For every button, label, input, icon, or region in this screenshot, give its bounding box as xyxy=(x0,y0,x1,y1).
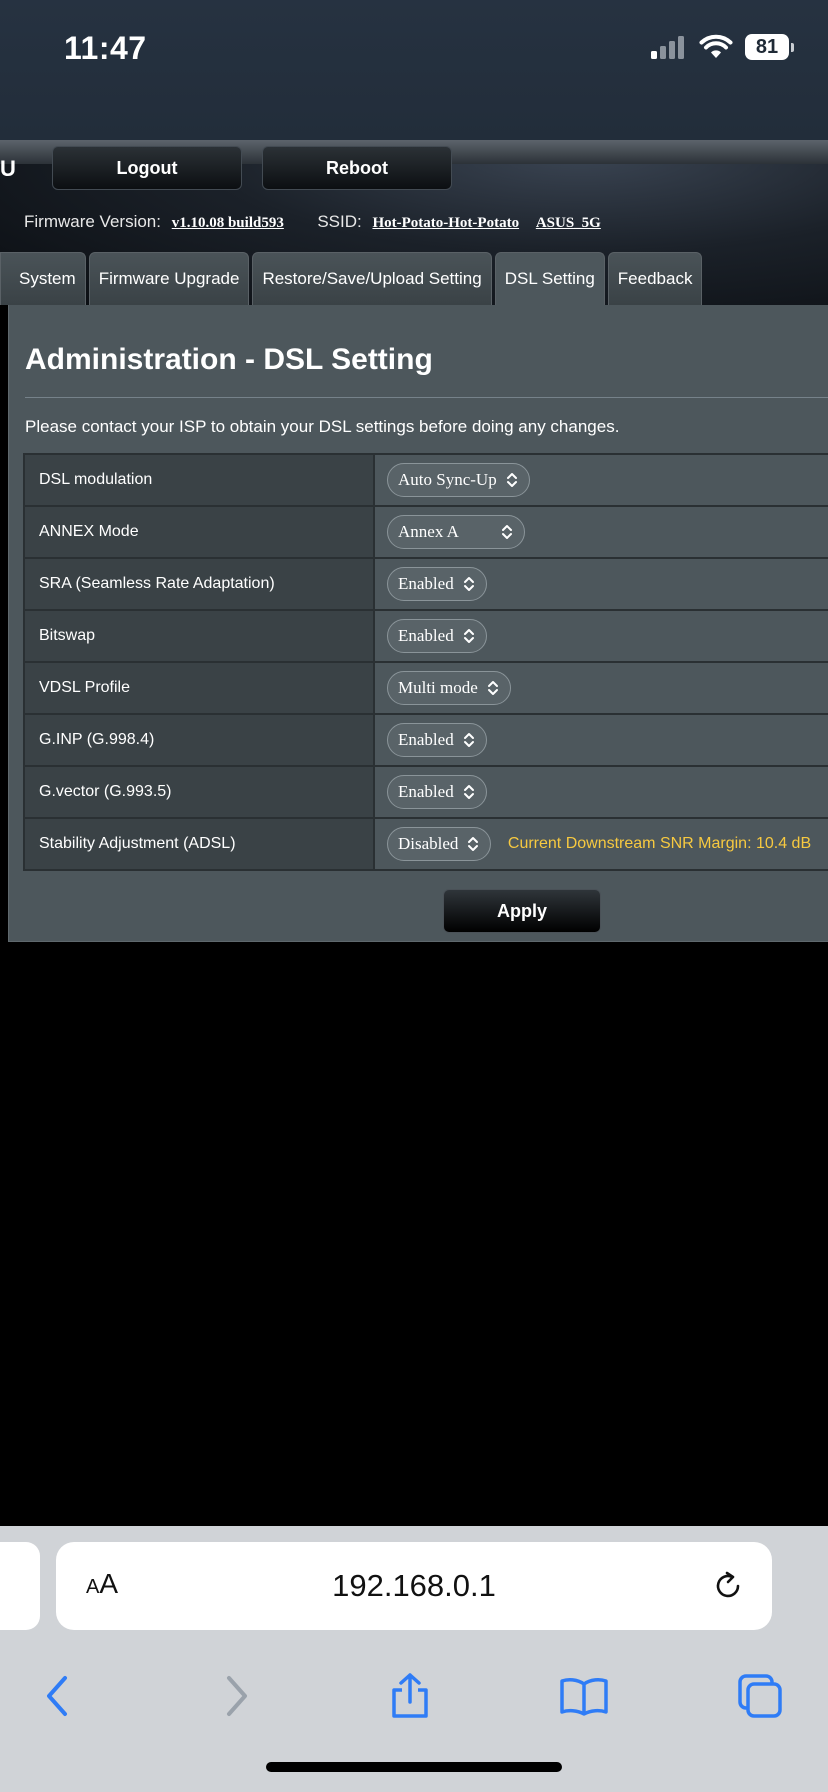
annex-mode-select[interactable]: Annex A xyxy=(387,515,525,549)
back-icon[interactable] xyxy=(28,1666,88,1726)
browser-chrome: AA 192.168.0.1 xyxy=(0,1526,828,1792)
select-value: Auto Sync-Up xyxy=(398,470,497,489)
chevron-updown-icon xyxy=(487,681,498,695)
tab-restore-save-upload[interactable]: Restore/Save/Upload Setting xyxy=(252,252,492,305)
chevron-updown-icon xyxy=(463,577,474,591)
setting-label: Bitswap xyxy=(23,609,375,663)
logout-button[interactable]: Logout xyxy=(52,146,242,190)
snr-margin-note: Current Downstream SNR Margin: 10.4 dB xyxy=(507,835,812,852)
reboot-button[interactable]: Reboot xyxy=(262,146,452,190)
setting-label: G.INP (G.998.4) xyxy=(23,713,375,767)
table-row: DSL modulation Auto Sync-Up xyxy=(23,453,828,507)
dsl-modulation-select[interactable]: Auto Sync-Up xyxy=(387,463,530,497)
table-row: Stability Adjustment (ADSL) Disabled Cur… xyxy=(23,817,828,871)
chevron-updown-icon xyxy=(502,525,512,539)
home-indicator xyxy=(266,1762,562,1772)
table-row: ANNEX Mode Annex A xyxy=(23,505,828,559)
share-icon[interactable] xyxy=(380,1666,440,1726)
status-icons: 81 xyxy=(649,34,794,60)
isp-notice: Please contact your ISP to obtain your D… xyxy=(25,417,620,436)
ssid-link-5g[interactable]: ASUS_5G xyxy=(536,215,601,231)
status-bar: 11:47 81 xyxy=(0,0,828,140)
ginp-select[interactable]: Enabled xyxy=(387,723,487,757)
chevron-updown-icon xyxy=(463,629,474,643)
tabs-icon[interactable] xyxy=(730,1666,790,1726)
tab-feedback[interactable]: Feedback xyxy=(607,252,703,305)
ssid-link-24g[interactable]: Hot-Potato-Hot-Potato xyxy=(372,215,519,231)
battery-icon: 81 xyxy=(745,34,794,60)
table-row: G.vector (G.993.5) Enabled xyxy=(23,765,828,819)
chevron-updown-icon xyxy=(468,837,479,851)
table-row: VDSL Profile Multi mode xyxy=(23,661,828,715)
dsl-settings-table: DSL modulation Auto Sync-Up ANNEX Mode A… xyxy=(23,453,828,871)
bitswap-select[interactable]: Enabled xyxy=(387,619,487,653)
chevron-updown-icon xyxy=(463,733,474,747)
firmware-version-link[interactable]: v1.10.08 build593 xyxy=(172,215,284,231)
tab-dsl-setting[interactable]: DSL Setting xyxy=(494,252,605,305)
setting-label: ANNEX Mode xyxy=(23,505,375,559)
firmware-info: Firmware Version: v1.10.08 build593 SSID… xyxy=(24,212,601,232)
wifi-icon xyxy=(699,34,733,58)
setting-label: SRA (Seamless Rate Adaptation) xyxy=(23,557,375,611)
select-value: Enabled xyxy=(398,730,454,749)
vdsl-profile-select[interactable]: Multi mode xyxy=(387,671,511,705)
router-header: U Logout Reboot Firmware Version: v1.10.… xyxy=(0,140,828,305)
setting-label: VDSL Profile xyxy=(23,661,375,715)
admin-tabs: System Firmware Upgrade Restore/Save/Upl… xyxy=(0,252,703,305)
browser-toolbar xyxy=(0,1666,828,1726)
previous-tab-preview[interactable] xyxy=(0,1542,40,1630)
tab-system[interactable]: System xyxy=(0,252,86,305)
chevron-updown-icon xyxy=(506,473,517,487)
url-text: 192.168.0.1 xyxy=(332,1568,496,1603)
apply-button[interactable]: Apply xyxy=(443,889,601,933)
sra-select[interactable]: Enabled xyxy=(387,567,487,601)
table-row: Bitswap Enabled xyxy=(23,609,828,663)
select-value: Annex A xyxy=(398,522,459,541)
table-row: SRA (Seamless Rate Adaptation) Enabled xyxy=(23,557,828,611)
select-value: Multi mode xyxy=(398,678,478,697)
select-value: Enabled xyxy=(398,782,454,801)
forward-icon[interactable] xyxy=(206,1666,266,1726)
setting-label: DSL modulation xyxy=(23,453,375,507)
setting-label: G.vector (G.993.5) xyxy=(23,765,375,819)
chevron-updown-icon xyxy=(463,785,474,799)
select-value: Enabled xyxy=(398,574,454,593)
ssid-label: SSID: xyxy=(317,212,362,231)
table-row: G.INP (G.998.4) Enabled xyxy=(23,713,828,767)
gvector-select[interactable]: Enabled xyxy=(387,775,487,809)
status-time: 11:47 xyxy=(64,30,147,66)
tab-firmware-upgrade[interactable]: Firmware Upgrade xyxy=(88,252,250,305)
brand-logo-fragment: U xyxy=(0,156,16,181)
title-divider xyxy=(25,397,828,398)
setting-label: Stability Adjustment (ADSL) xyxy=(23,817,375,871)
firmware-label: Firmware Version: xyxy=(24,212,161,231)
bookmarks-icon[interactable] xyxy=(554,1666,614,1726)
address-bar[interactable]: AA 192.168.0.1 xyxy=(56,1542,772,1630)
stability-adjustment-select[interactable]: Disabled xyxy=(387,827,492,861)
reload-icon[interactable] xyxy=(710,1568,746,1604)
select-value: Enabled xyxy=(398,626,454,645)
battery-level: 81 xyxy=(745,34,789,60)
page-title: Administration - DSL Setting xyxy=(25,343,433,376)
dsl-settings-panel: Administration - DSL Setting Please cont… xyxy=(8,305,828,942)
signal-icon xyxy=(651,36,684,59)
select-value: Disabled xyxy=(398,834,459,853)
